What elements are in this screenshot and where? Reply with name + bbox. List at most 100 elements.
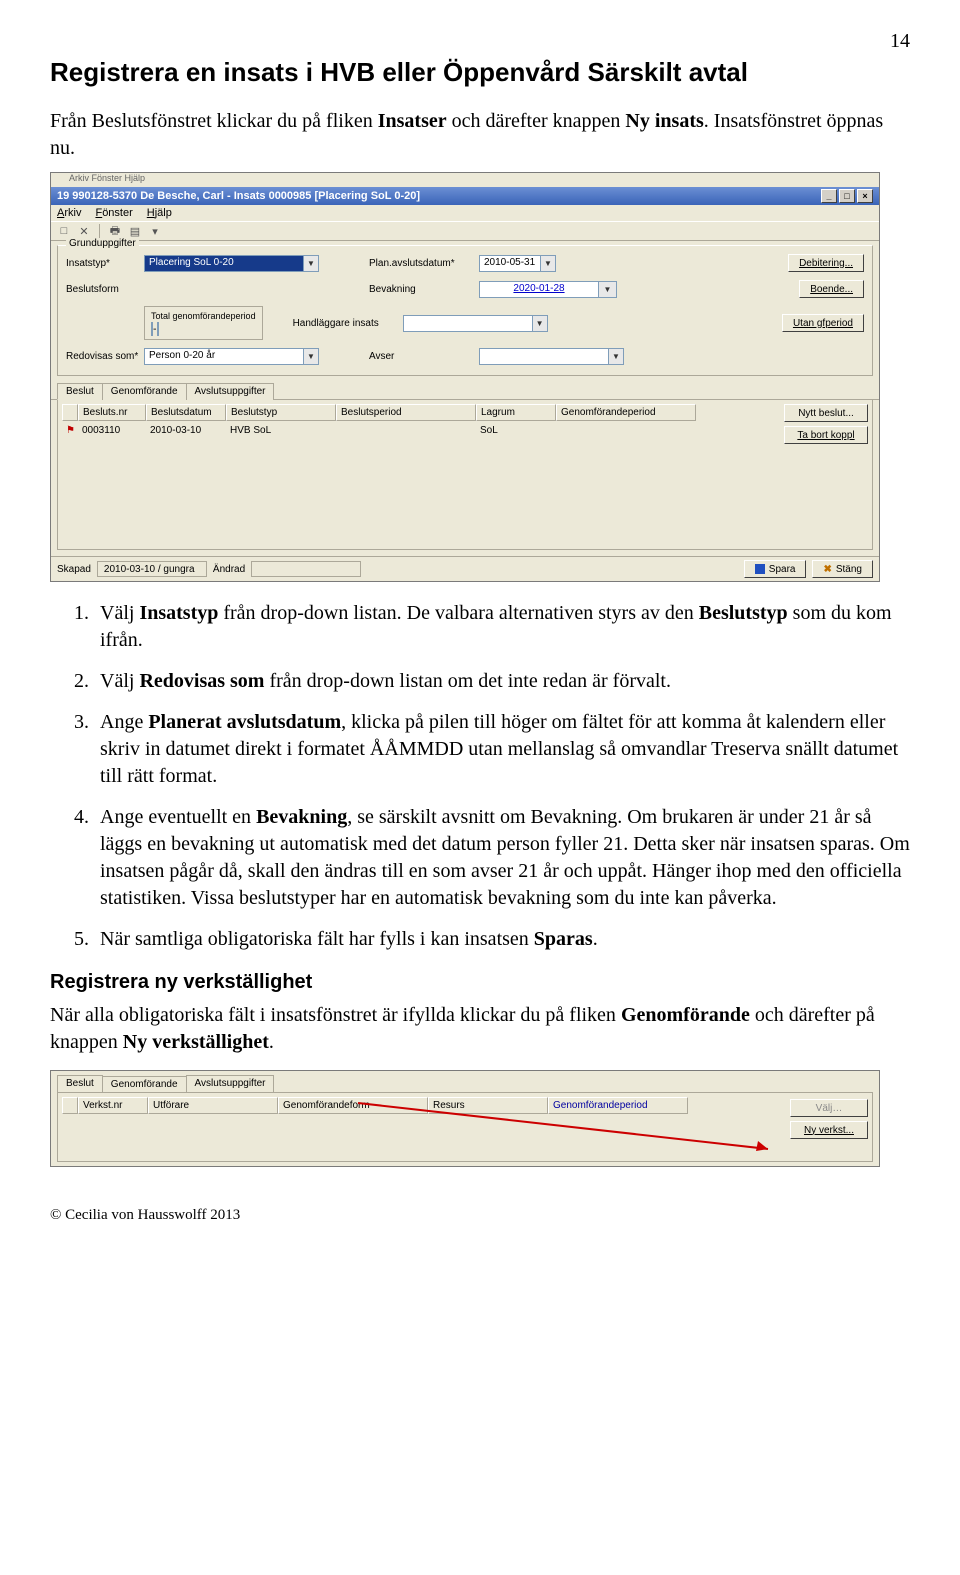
insatstyp-value: Placering SoL 0-20: [144, 255, 304, 272]
delete-icon[interactable]: ✕: [77, 224, 91, 238]
menu-arkiv[interactable]: Arkiv: [57, 207, 81, 219]
step-3: Ange Planerat avslutsdatum, klicka på pi…: [94, 709, 910, 790]
bevakning-value[interactable]: 2020-01-28: [513, 283, 564, 294]
stang-button[interactable]: ✖Stäng: [812, 560, 873, 578]
avser-dropdown[interactable]: ▼: [479, 348, 624, 365]
tab-strip: Beslut Genomförande Avslutsuppgifter: [51, 382, 879, 400]
close-x-icon: ✖: [823, 564, 831, 575]
label-redovisas: Redovisas som*: [66, 351, 144, 362]
col2-utforare[interactable]: Utförare: [148, 1097, 278, 1114]
insats-window: Arkiv Fönster Hjälp 19 990128-5370 De Be…: [50, 172, 880, 582]
window-titlebar: 19 990128-5370 De Besche, Carl - Insats …: [51, 187, 879, 205]
grid2-icon-col: [62, 1097, 78, 1114]
grid-header-icon: [62, 404, 78, 421]
col-beslutsperiod[interactable]: Beslutsperiod: [336, 404, 476, 421]
boende-button[interactable]: Boende...: [799, 280, 864, 298]
label-bevakning: Bevakning: [369, 284, 479, 295]
utan-gfperiod-button[interactable]: Utan gfperiod: [782, 314, 864, 332]
step-2: Välj Redovisas som från drop-down listan…: [94, 668, 910, 695]
tab-strip-2: Beslut Genomförande Avslutsuppgifter: [51, 1071, 879, 1092]
label-plan-avslutsdatum: Plan.avslutsdatum*: [369, 258, 479, 269]
bevakning-field[interactable]: 2020-01-28 ▼: [479, 281, 617, 298]
print-icon[interactable]: 🖶: [108, 224, 122, 238]
group-legend: Grunduppgifter: [66, 238, 139, 249]
new-icon[interactable]: □: [57, 224, 71, 238]
handlaggare-value: [403, 315, 533, 332]
toolbar: □ ✕ 🖶 ▤ ▾: [51, 221, 879, 241]
tab-avslutsuppgifter[interactable]: Avslutsuppgifter: [186, 383, 275, 400]
tab2-avslutsuppgifter[interactable]: Avslutsuppgifter: [186, 1075, 275, 1092]
grunduppgifter-group: Grunduppgifter Insatstyp* Placering SoL …: [57, 245, 873, 376]
menu-fonster[interactable]: Fönster: [95, 207, 132, 219]
footer-copyright: © Cecilia von Hausswolff 2013: [50, 1207, 910, 1224]
col-lagrum[interactable]: Lagrum: [476, 404, 556, 421]
label-beslutsform: Beslutsform: [66, 284, 144, 295]
grid-header: Besluts.nr Beslutsdatum Beslutstyp Beslu…: [62, 404, 868, 421]
tab-genomforande[interactable]: Genomförande: [102, 383, 187, 400]
tab-beslut-body: Besluts.nr Beslutsdatum Beslutstyp Beslu…: [57, 400, 873, 550]
col-beslutstyp[interactable]: Beslutstyp: [226, 404, 336, 421]
dropdown-icon[interactable]: ▾: [148, 224, 162, 238]
cell-beslutsperiod: [336, 423, 476, 438]
chevron-down-icon[interactable]: ▼: [599, 281, 617, 298]
handlaggare-dropdown[interactable]: ▼: [403, 315, 548, 332]
tab2-body: Verkst.nr Utförare Genomförandeform Resu…: [57, 1092, 873, 1162]
ny-verkst-button[interactable]: Ny verkst...: [790, 1121, 868, 1139]
cell-genomperiod: [556, 423, 696, 438]
step-1: Välj Insatstyp från drop-down listan. De…: [94, 600, 910, 654]
valj-button[interactable]: Välj…: [790, 1099, 868, 1117]
cell-lagrum: SoL: [476, 423, 556, 438]
col2-resurs[interactable]: Resurs: [428, 1097, 548, 1114]
col2-genomforandeform[interactable]: Genomförandeform: [278, 1097, 428, 1114]
nytt-beslut-button[interactable]: Nytt beslut...: [784, 404, 868, 422]
andrad-value: [251, 561, 361, 577]
label-skapad: Skapad: [57, 564, 91, 575]
chevron-down-icon[interactable]: ▼: [533, 315, 548, 332]
sub-legend: Total genomförandeperiod: [151, 311, 256, 321]
avser-value: [479, 348, 609, 365]
tab-beslut[interactable]: Beslut: [57, 383, 103, 400]
cell-beslutstyp: HVB SoL: [226, 423, 336, 438]
tab2-beslut[interactable]: Beslut: [57, 1075, 103, 1092]
numbered-steps: Välj Insatstyp från drop-down listan. De…: [50, 600, 910, 953]
menubar: Arkiv Fönster Hjälp: [51, 205, 879, 221]
label-handlaggare: Handläggare insats: [293, 318, 403, 329]
debitering-button[interactable]: Debitering...: [788, 254, 864, 272]
chevron-down-icon[interactable]: ▼: [541, 255, 556, 272]
close-icon[interactable]: ×: [857, 189, 873, 203]
chevron-down-icon[interactable]: ▼: [304, 348, 319, 365]
page-heading: Registrera en insats i HVB eller Öppenvå…: [50, 57, 910, 88]
plan-avslutsdatum-field[interactable]: 2010-05-31 ▼: [479, 255, 556, 272]
chevron-down-icon[interactable]: ▼: [304, 255, 319, 272]
col-genomforandeperiod[interactable]: Genomförandeperiod: [556, 404, 696, 421]
redovisas-dropdown[interactable]: Person 0-20 år ▼: [144, 348, 319, 365]
col2-genomforandeperiod[interactable]: Genomförandeperiod: [548, 1097, 688, 1114]
skapad-value: 2010-03-10 / gungra: [97, 561, 207, 577]
window-title: 19 990128-5370 De Besche, Carl - Insats …: [57, 190, 420, 202]
col-beslutsnr[interactable]: Besluts.nr: [78, 404, 146, 421]
period-to-input[interactable]: [157, 322, 159, 336]
step-5: När samtliga obligatoriska fält har fyll…: [94, 926, 910, 953]
label-andrad: Ändrad: [213, 564, 245, 575]
book-icon[interactable]: ▤: [128, 224, 142, 238]
intro-paragraph: Från Beslutsfönstret klickar du på flike…: [50, 108, 910, 162]
maximize-icon[interactable]: □: [839, 189, 855, 203]
page-number: 14: [50, 30, 910, 53]
genomforande-panel: Beslut Genomförande Avslutsuppgifter Ver…: [50, 1070, 880, 1167]
minimize-icon[interactable]: _: [821, 189, 837, 203]
parent-menu-faint: Arkiv Fönster Hjälp: [51, 173, 879, 187]
tab2-genomforande[interactable]: Genomförande: [102, 1076, 187, 1093]
save-icon: [755, 564, 765, 574]
col2-verkstnr[interactable]: Verkst.nr: [78, 1097, 148, 1114]
spara-button[interactable]: Spara: [744, 560, 807, 578]
step-4: Ange eventuellt en Bevakning, se särskil…: [94, 804, 910, 912]
insatstyp-dropdown[interactable]: Placering SoL 0-20 ▼: [144, 255, 319, 272]
ta-bort-koppl-button[interactable]: Ta bort koppl: [784, 426, 868, 444]
menu-hjalp[interactable]: Hjälp: [147, 207, 172, 219]
separator-icon: [99, 224, 100, 238]
cell-beslutsnr: 0003110: [78, 423, 146, 438]
after-paragraph: När alla obligatoriska fält i insatsföns…: [50, 1002, 910, 1056]
table-row[interactable]: ⚑ 0003110 2010-03-10 HVB SoL SoL: [62, 421, 868, 440]
chevron-down-icon[interactable]: ▼: [609, 348, 624, 365]
col-beslutsdatum[interactable]: Beslutsdatum: [146, 404, 226, 421]
